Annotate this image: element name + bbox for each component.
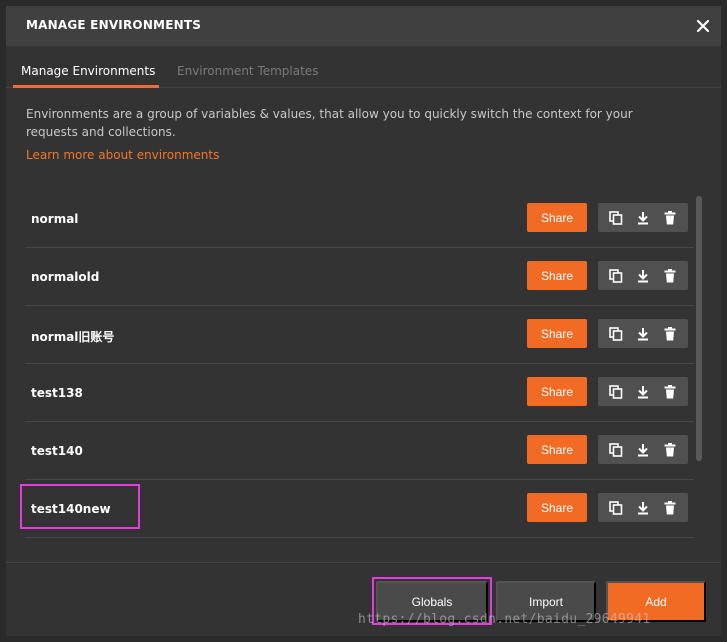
- share-button[interactable]: Share: [527, 493, 587, 522]
- duplicate-icon[interactable]: [605, 439, 627, 461]
- trash-icon[interactable]: [659, 497, 681, 519]
- modal-title: MANAGE ENVIRONMENTS: [26, 18, 202, 32]
- trash-icon[interactable]: [659, 207, 681, 229]
- environments-description: Environments are a group of variables & …: [26, 107, 633, 139]
- environment-name[interactable]: normal: [31, 212, 78, 226]
- trash-icon[interactable]: [659, 265, 681, 287]
- trash-icon[interactable]: [659, 323, 681, 345]
- share-button[interactable]: Share: [527, 203, 587, 232]
- row-actions: [598, 261, 688, 290]
- download-icon[interactable]: [632, 323, 654, 345]
- trash-icon[interactable]: [659, 439, 681, 461]
- learn-more-link[interactable]: Learn more about environments: [26, 148, 219, 162]
- download-icon[interactable]: [632, 207, 654, 229]
- modal-footer: Globals Import Add: [6, 562, 721, 642]
- download-icon[interactable]: [632, 439, 654, 461]
- table-row[interactable]: normalold Share: [25, 248, 694, 306]
- manage-environments-modal: MANAGE ENVIRONMENTS Manage Environments …: [0, 0, 727, 642]
- share-button[interactable]: Share: [527, 435, 587, 464]
- duplicate-icon[interactable]: [605, 323, 627, 345]
- scrollbar[interactable]: [696, 196, 702, 466]
- duplicate-icon[interactable]: [605, 265, 627, 287]
- table-row[interactable]: test138 Share: [25, 364, 694, 422]
- share-button[interactable]: Share: [527, 319, 587, 348]
- scrollbar-thumb[interactable]: [696, 196, 702, 461]
- download-icon[interactable]: [632, 265, 654, 287]
- download-icon[interactable]: [632, 497, 654, 519]
- trash-icon[interactable]: [659, 381, 681, 403]
- table-row[interactable]: test140 Share: [25, 422, 694, 480]
- row-actions: [598, 377, 688, 406]
- duplicate-icon[interactable]: [605, 497, 627, 519]
- environment-name[interactable]: normal旧账号: [31, 328, 114, 345]
- tab-bar: Manage Environments Environment Template…: [6, 46, 721, 88]
- highlight-box-test140new: [20, 484, 140, 529]
- tab-manage-environments[interactable]: Manage Environments: [21, 64, 155, 78]
- duplicate-icon[interactable]: [605, 207, 627, 229]
- duplicate-icon[interactable]: [605, 381, 627, 403]
- environment-name[interactable]: test138: [31, 386, 83, 400]
- share-button[interactable]: Share: [527, 377, 587, 406]
- table-row[interactable]: normal Share: [25, 190, 694, 248]
- modal-header: MANAGE ENVIRONMENTS: [6, 6, 721, 46]
- row-actions: [598, 203, 688, 232]
- environment-name[interactable]: normalold: [31, 270, 99, 284]
- active-tab-indicator: [13, 85, 159, 88]
- download-icon[interactable]: [632, 381, 654, 403]
- share-button[interactable]: Share: [527, 261, 587, 290]
- row-actions: [598, 319, 688, 348]
- table-row[interactable]: normal旧账号 Share: [25, 306, 694, 364]
- close-icon[interactable]: [691, 14, 715, 38]
- tab-environment-templates[interactable]: Environment Templates: [177, 64, 318, 78]
- watermark-text: https://blog.csdn.net/baidu_29649941: [358, 612, 651, 627]
- row-actions: [598, 435, 688, 464]
- row-actions: [598, 493, 688, 522]
- environment-name[interactable]: test140: [31, 444, 83, 458]
